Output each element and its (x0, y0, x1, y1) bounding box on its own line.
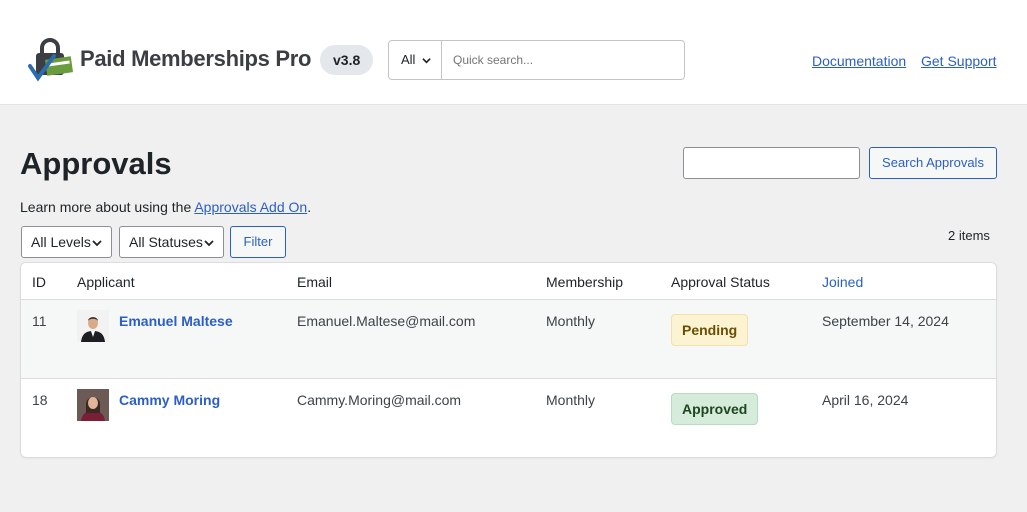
approvals-table: ID Applicant Email Membership Approval S… (20, 262, 997, 458)
column-header-id: ID (32, 274, 46, 290)
applicant-name-link[interactable]: Emanuel Maltese (119, 313, 233, 329)
version-badge: v3.8 (320, 45, 374, 75)
row-email: Cammy.Moring@mail.com (297, 392, 462, 408)
avatar (77, 389, 109, 421)
page-title: Approvals (20, 146, 172, 181)
padlock-check-icon (28, 38, 73, 82)
search-scope-value: All (401, 52, 416, 67)
chevron-down-icon (204, 240, 214, 247)
approvals-add-on-link[interactable]: Approvals Add On (194, 199, 307, 215)
approvals-search-input[interactable] (683, 147, 860, 179)
row-membership: Monthly (546, 392, 596, 408)
statuses-filter-select[interactable]: All Statuses (119, 226, 224, 258)
levels-filter-select[interactable]: All Levels (21, 226, 112, 258)
row-email: Emanuel.Maltese@mail.com (297, 313, 476, 329)
table-row: 18 Cammy Moring Cammy.Moring@mail.com Mo… (21, 379, 996, 457)
filter-button[interactable]: Filter (230, 226, 286, 258)
items-count: 2 items (948, 228, 990, 243)
search-scope-select[interactable]: All (389, 41, 442, 79)
learn-suffix: . (307, 199, 312, 215)
documentation-link[interactable]: Documentation (812, 53, 906, 69)
statuses-filter-value: All Statuses (129, 234, 203, 250)
search-approvals-button[interactable]: Search Approvals (869, 147, 997, 179)
brand-name: Paid Memberships Pro (80, 46, 312, 71)
row-joined: September 14, 2024 (822, 313, 949, 329)
get-support-link[interactable]: Get Support (921, 53, 997, 69)
row-id: 11 (32, 313, 47, 329)
row-joined: April 16, 2024 (822, 392, 909, 408)
column-header-applicant: Applicant (77, 274, 135, 290)
chevron-down-icon (92, 240, 102, 247)
top-bar: Paid Memberships Pro v3.8 All Documentat… (0, 0, 1027, 105)
row-id: 18 (32, 392, 48, 408)
table-header: ID Applicant Email Membership Approval S… (21, 263, 996, 300)
learn-prefix: Learn more about using the (20, 199, 195, 215)
row-membership: Monthly (546, 313, 596, 329)
learn-more-text: Learn more about using the Approvals Add… (20, 199, 311, 215)
column-header-approval-status: Approval Status (671, 274, 770, 290)
avatar (77, 310, 109, 342)
column-header-membership: Membership (546, 274, 624, 290)
levels-filter-value: All Levels (31, 234, 91, 250)
quick-search-input[interactable] (453, 41, 678, 79)
quick-search: All (388, 40, 685, 80)
status-badge: Approved (671, 393, 759, 425)
applicant-name-link[interactable]: Cammy Moring (119, 392, 220, 408)
status-badge: Pending (671, 314, 749, 346)
column-header-joined[interactable]: Joined (822, 274, 863, 290)
chevron-down-icon (422, 58, 431, 64)
column-header-email: Email (297, 274, 333, 290)
table-row: 11 Emanuel Maltese Emanuel.Maltese@mail.… (21, 300, 996, 379)
